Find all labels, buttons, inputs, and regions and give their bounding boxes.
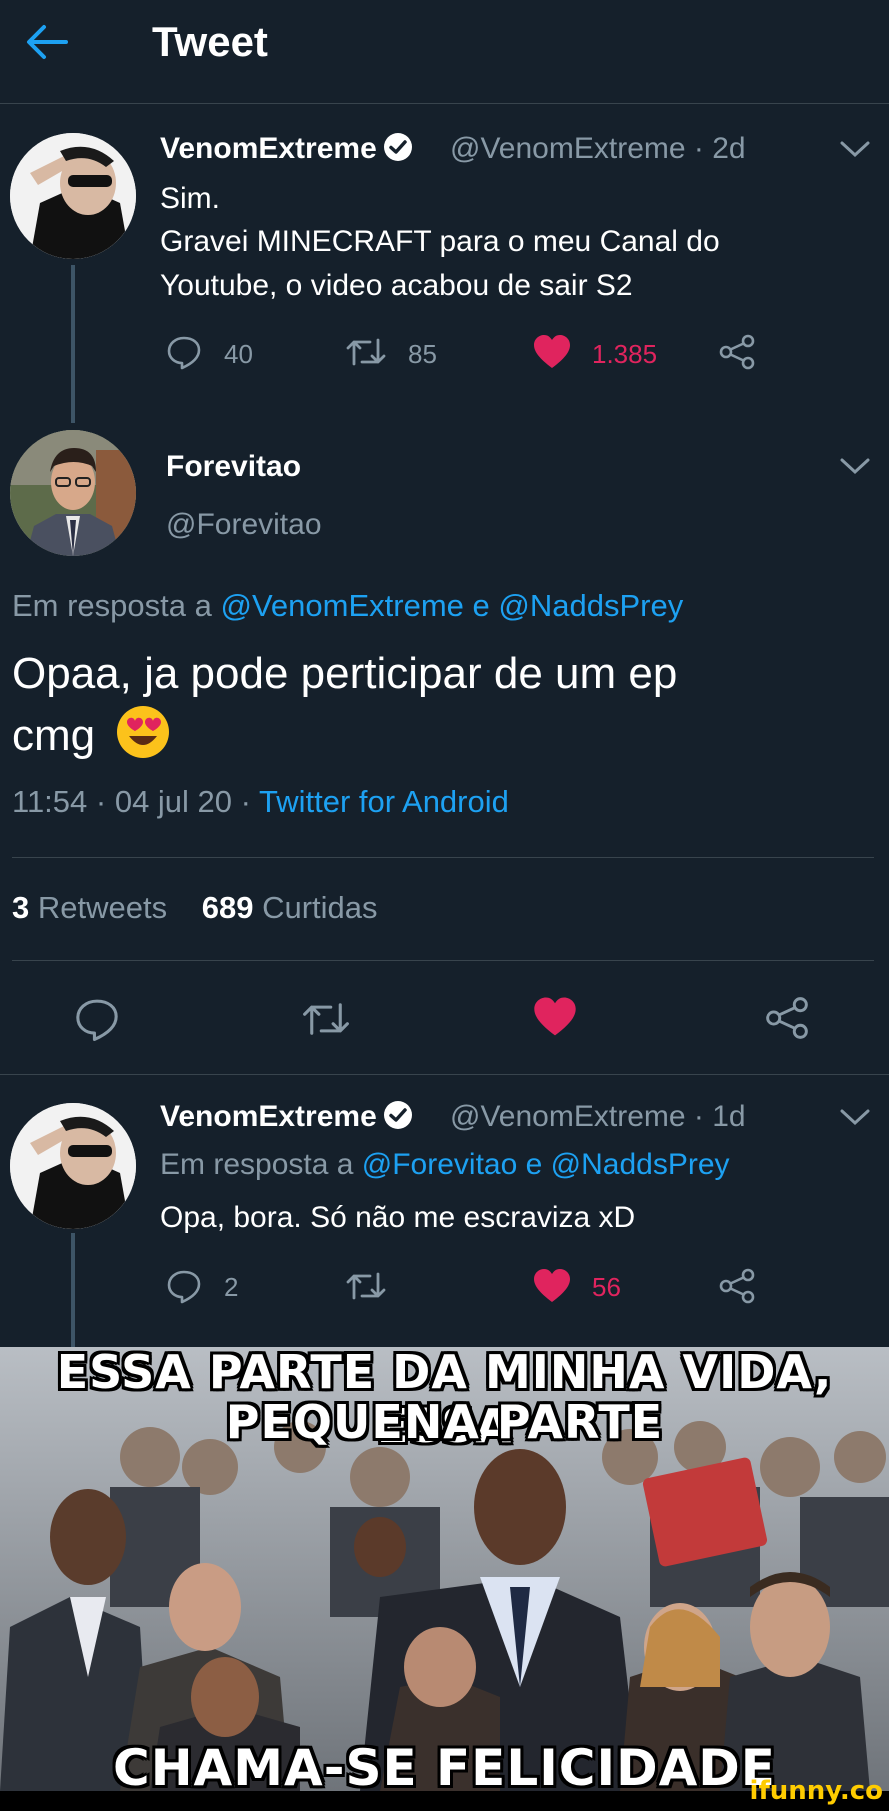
avatar-venomextreme[interactable] <box>10 133 136 259</box>
heart-eyes-emoji-icon <box>117 706 170 758</box>
reply-count: 40 <box>224 339 253 369</box>
chevron-down-icon[interactable] <box>838 1106 872 1128</box>
heart-icon[interactable] <box>532 996 578 1038</box>
retweet-icon[interactable] <box>346 336 386 368</box>
thread-line <box>71 265 75 423</box>
reply-icon[interactable] <box>166 1268 202 1304</box>
mention-link[interactable]: @NaddsPrey <box>498 588 683 623</box>
heart-icon[interactable] <box>532 1268 572 1304</box>
reply-context: Em resposta a @Forevitao e @NaddsPrey <box>160 1148 730 1181</box>
mention-link[interactable]: @Forevitao <box>362 1148 518 1181</box>
page-title: Tweet <box>152 18 268 65</box>
meme-image: ESSA PARTE DA MINHA VIDA, ESSA PEQUENA P… <box>0 1347 889 1791</box>
reply-icon[interactable] <box>166 334 202 370</box>
tweet-text-line: Sim. <box>160 182 220 215</box>
heart-icon[interactable] <box>532 334 572 370</box>
chevron-down-icon[interactable] <box>838 455 872 477</box>
divider <box>0 1074 889 1075</box>
tweet-text: Opa, bora. Só não me escraviza xD <box>160 1201 636 1234</box>
back-arrow-icon[interactable] <box>22 22 70 62</box>
share-icon[interactable] <box>764 996 810 1040</box>
author-handle[interactable]: @VenomExtreme · 1d <box>450 1100 746 1134</box>
divider <box>12 857 874 858</box>
share-icon[interactable] <box>718 334 756 370</box>
tweet-time: · 1d <box>693 1100 746 1133</box>
author-handle[interactable]: @VenomExtreme · 2d <box>450 132 746 166</box>
author-name[interactable]: Forevitao <box>166 450 301 484</box>
tweet-stats: 3 Retweets 689 Curtidas <box>12 890 378 926</box>
retweets-stat[interactable]: 3 Retweets <box>12 890 167 925</box>
share-icon[interactable] <box>718 1268 756 1304</box>
chevron-down-icon[interactable] <box>838 138 872 160</box>
tweet-text-line: Gravei MINECRAFT para o meu Canal do <box>160 225 720 258</box>
watermark: ifunny.co <box>749 1776 883 1806</box>
thread-line <box>71 1233 75 1347</box>
tweet-text-line: Youtube, o video acabou de sair S2 <box>160 269 633 302</box>
tweet-time: · 2d <box>693 132 746 165</box>
avatar-venomextreme[interactable] <box>10 1103 136 1229</box>
source-link[interactable]: Twitter for Android <box>259 784 509 819</box>
tweet-meta: 11:54 · 04 jul 20 · Twitter for Android <box>12 784 509 819</box>
like-count: 56 <box>592 1272 621 1302</box>
mention-link[interactable]: @VenomExtreme <box>221 588 464 623</box>
mention-link[interactable]: @NaddsPrey <box>551 1148 730 1181</box>
retweet-icon[interactable] <box>346 1270 386 1302</box>
reply-context: Em resposta a @VenomExtreme e @NaddsPrey <box>12 588 684 623</box>
tweet-text: Opaa, ja pode perticipar de um ep cmg <box>12 649 678 760</box>
retweet-icon[interactable] <box>302 1000 350 1038</box>
top-bar: Tweet <box>0 0 889 104</box>
author-name[interactable]: VenomExtreme <box>160 1100 413 1134</box>
divider <box>12 960 874 961</box>
retweet-count: 85 <box>408 339 437 369</box>
author-name[interactable]: VenomExtreme <box>160 132 413 166</box>
author-handle[interactable]: @Forevitao <box>166 508 322 542</box>
avatar-forevitao[interactable] <box>10 430 136 556</box>
meme-caption-top: PEQUENA PARTE <box>225 1395 664 1449</box>
verified-badge-icon <box>383 1101 412 1129</box>
reply-count: 2 <box>224 1272 239 1302</box>
likes-stat[interactable]: 689 Curtidas <box>202 890 378 925</box>
like-count: 1.385 <box>592 339 658 369</box>
reply-icon[interactable] <box>74 996 120 1042</box>
verified-badge-icon <box>383 133 412 161</box>
